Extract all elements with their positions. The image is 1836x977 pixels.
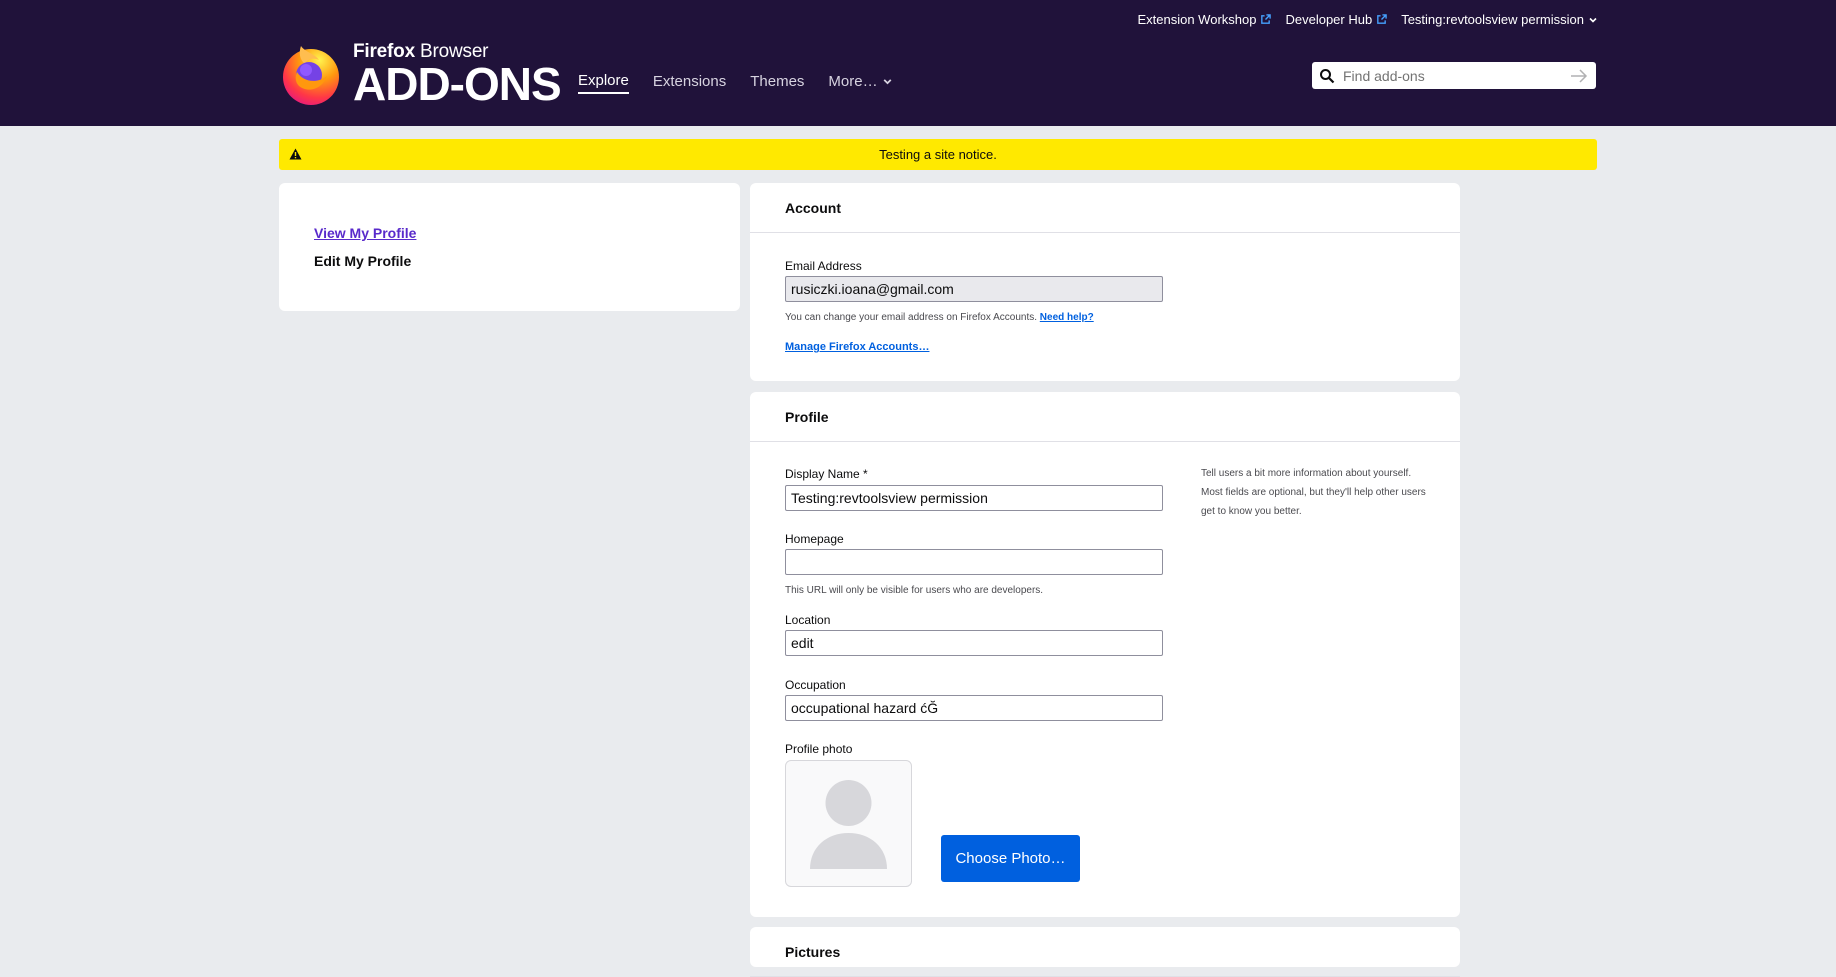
occupation-label: Occupation	[785, 678, 846, 692]
warning-icon	[289, 148, 302, 160]
user-name: Testing:revtoolsview permission	[1401, 12, 1584, 27]
profile-aside-note: Tell users a bit more information about …	[1201, 468, 1426, 517]
nav-explore[interactable]: Explore	[578, 72, 629, 94]
nav-themes[interactable]: Themes	[750, 72, 804, 94]
choose-photo-button[interactable]: Choose Photo…	[941, 835, 1080, 882]
extension-workshop-label: Extension Workshop	[1137, 12, 1257, 27]
occupation-field[interactable]: occupational hazard ćĞ	[785, 695, 1163, 721]
search-box	[1312, 62, 1596, 89]
user-menu[interactable]: Testing:revtoolsview permission	[1401, 12, 1598, 27]
main-nav: Explore Extensions Themes More…	[578, 72, 893, 94]
profile-sidebar: View My Profile Edit My Profile	[279, 183, 740, 311]
location-label: Location	[785, 613, 831, 627]
addons-logo[interactable]: Firefox Browser ADD-ONS	[279, 42, 562, 110]
site-notice: Testing a site notice.	[279, 139, 1597, 170]
logo-text: Firefox Browser ADD-ONS	[353, 42, 562, 110]
external-link-icon	[1377, 14, 1387, 24]
search-icon	[1320, 68, 1335, 83]
pictures-title: Pictures	[750, 927, 1460, 977]
firefox-logo-icon	[283, 46, 339, 105]
avatar-placeholder-icon	[810, 780, 887, 869]
logo-big-text: ADD-ONS	[353, 58, 562, 110]
nav-extensions[interactable]: Extensions	[653, 72, 726, 94]
homepage-help: This URL will only be visible for users …	[785, 585, 1044, 596]
profile-title: Profile	[750, 392, 1460, 442]
account-card: Account Email Address rusiczki.ioana@gma…	[750, 183, 1460, 381]
profile-photo	[785, 760, 912, 887]
arrow-right-icon[interactable]	[1570, 68, 1588, 83]
edit-profile-current: Edit My Profile	[314, 253, 412, 269]
view-profile-link[interactable]: View My Profile	[314, 225, 416, 241]
nav-more-label: More…	[828, 73, 878, 90]
email-help: You can change your email address on Fir…	[785, 312, 1094, 323]
top-links: Extension Workshop Developer Hub Testing…	[1137, 12, 1598, 27]
profile-card: Profile Tell users a bit more informatio…	[750, 392, 1460, 917]
external-link-icon	[1261, 14, 1272, 24]
profile-photo-label: Profile photo	[785, 742, 853, 756]
chevron-down-icon	[1589, 17, 1597, 23]
location-field[interactable]: edit	[785, 630, 1163, 656]
developer-hub-label: Developer Hub	[1285, 12, 1373, 27]
pictures-card: Pictures	[750, 927, 1460, 977]
manage-firefox-accounts-link[interactable]: Manage Firefox Accounts…	[785, 341, 929, 353]
site-notice-text: Testing a site notice.	[879, 147, 997, 162]
homepage-field[interactable]	[785, 549, 1163, 575]
developer-hub-link[interactable]: Developer Hub	[1285, 12, 1387, 27]
chevron-down-icon	[883, 79, 892, 85]
email-help-text: You can change your email address on Fir…	[785, 312, 1038, 323]
need-help-link[interactable]: Need help?	[1040, 312, 1094, 323]
nav-more[interactable]: More…	[828, 72, 892, 94]
email-label: Email Address	[785, 259, 862, 273]
email-field: rusiczki.ioana@gmail.com	[785, 276, 1163, 302]
search-input[interactable]	[1341, 66, 1570, 85]
extension-workshop-link[interactable]: Extension Workshop	[1137, 12, 1272, 27]
display-name-field[interactable]: Testing:revtoolsview permission	[785, 485, 1163, 511]
account-title: Account	[750, 183, 1460, 233]
homepage-label: Homepage	[785, 532, 844, 546]
site-header: Extension Workshop Developer Hub Testing…	[0, 0, 1836, 126]
display-name-label: Display Name *	[785, 467, 868, 481]
